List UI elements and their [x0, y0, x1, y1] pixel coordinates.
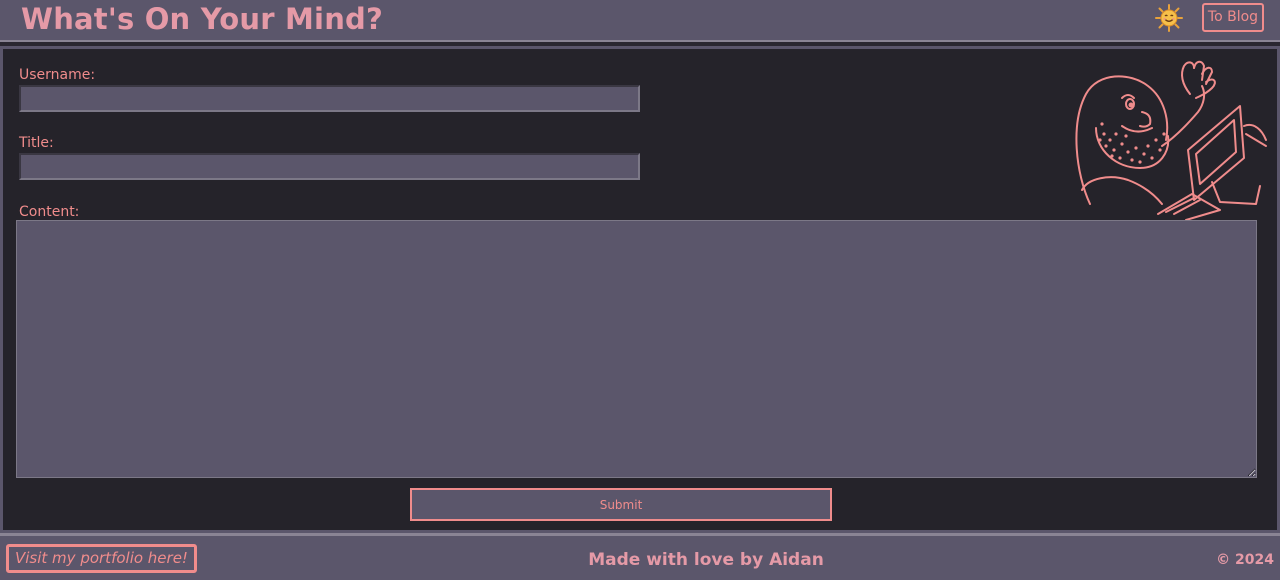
- to-blog-link[interactable]: To Blog: [1202, 3, 1264, 32]
- title-label: Title:: [19, 135, 54, 151]
- username-input[interactable]: [19, 85, 640, 112]
- theme-toggle-button[interactable]: [1154, 4, 1184, 32]
- portfolio-link[interactable]: Visit my portfolio here!: [6, 544, 197, 573]
- submit-button[interactable]: Submit: [410, 488, 832, 521]
- page-title: What's On Your Mind?: [21, 2, 384, 36]
- copyright-notice: © 2024: [1216, 552, 1274, 568]
- site-footer: Visit my portfolio here! Made with love …: [0, 533, 1280, 580]
- footer-credit: Made with love by Aidan: [588, 550, 824, 570]
- site-header: What's On Your Mind? To Blog: [0, 0, 1280, 40]
- content-label: Content:: [19, 204, 80, 220]
- title-input[interactable]: [19, 153, 640, 180]
- smiling-sun-icon: [1155, 4, 1183, 32]
- content-textarea[interactable]: [16, 220, 1257, 478]
- waving-bearded-man-at-computer-icon: [1075, 60, 1267, 220]
- username-label: Username:: [19, 67, 96, 83]
